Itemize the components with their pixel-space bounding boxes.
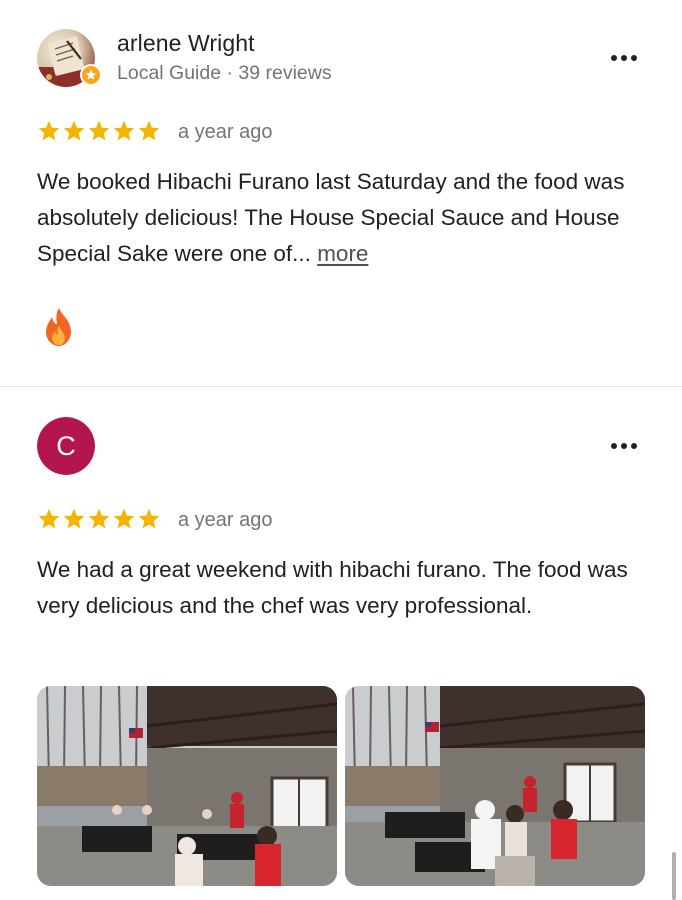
star-icon xyxy=(88,120,110,141)
star-icon xyxy=(63,120,85,141)
review-card: C a year ago We had a great weekend with… xyxy=(0,388,682,900)
review-time: a year ago xyxy=(178,509,273,531)
star-icon xyxy=(113,508,135,529)
local-guide-badge-icon xyxy=(80,64,102,86)
star-icon xyxy=(38,120,60,141)
review-text: We had a great weekend with hibachi fura… xyxy=(37,552,647,624)
star-icon xyxy=(88,508,110,529)
review-photo[interactable] xyxy=(345,686,645,886)
star-icon xyxy=(38,508,60,529)
review-time: a year ago xyxy=(178,121,273,143)
reviewer-meta: Local Guide · 39 reviews xyxy=(117,62,332,84)
review-body: We had a great weekend with hibachi fura… xyxy=(37,557,628,618)
avatar-initial: C xyxy=(37,417,95,475)
scrollbar[interactable] xyxy=(672,852,676,900)
review-card: arlene Wright Local Guide · 39 reviews a… xyxy=(0,0,682,386)
review-photo[interactable] xyxy=(37,686,337,886)
star-rating xyxy=(37,507,161,533)
more-vert-icon xyxy=(611,443,617,449)
more-options-button[interactable] xyxy=(604,43,644,73)
review-text: We booked Hibachi Furano last Saturday a… xyxy=(37,164,647,272)
outdoor-dining-photo-icon xyxy=(345,686,645,886)
star-icon xyxy=(113,120,135,141)
star-icon xyxy=(138,120,160,141)
review-divider xyxy=(0,386,682,387)
fire-icon[interactable] xyxy=(40,306,78,348)
reviewer-avatar[interactable]: C xyxy=(37,417,95,475)
reviewer-name[interactable]: arlene Wright xyxy=(117,30,255,57)
more-options-button[interactable] xyxy=(604,431,644,461)
star-icon xyxy=(138,508,160,529)
star-rating xyxy=(37,119,161,145)
more-vert-icon xyxy=(611,55,617,61)
star-icon xyxy=(63,508,85,529)
review-photos xyxy=(37,686,647,886)
outdoor-dining-photo-icon xyxy=(37,686,337,886)
read-more-link[interactable]: more xyxy=(317,241,368,266)
